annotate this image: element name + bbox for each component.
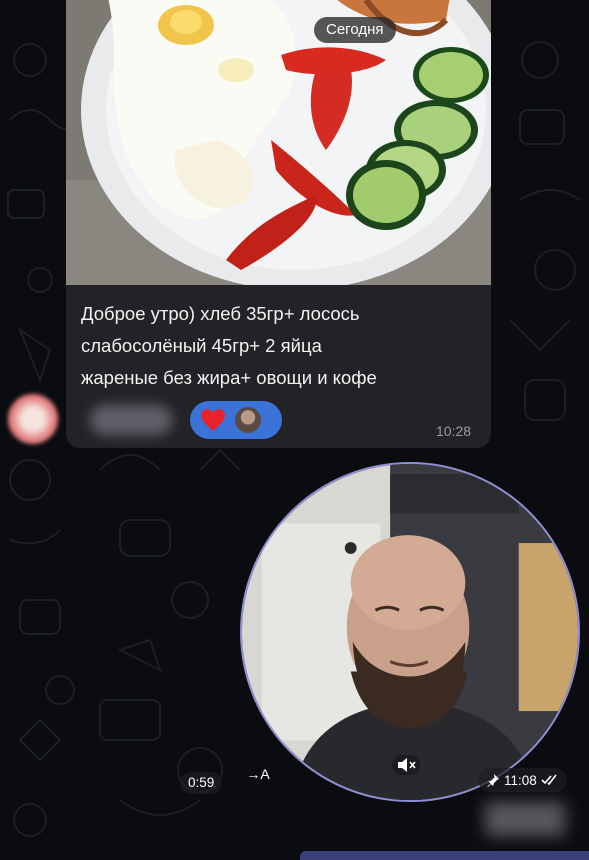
- caption-line: слабосолёный 45гр+ 2 яйца: [81, 335, 322, 356]
- transcribe-button[interactable]: →A: [240, 763, 276, 785]
- round-video-message[interactable]: [240, 462, 580, 802]
- date-separator: Сегодня: [314, 17, 396, 43]
- bottom-bar: [300, 851, 589, 860]
- heart-icon: [201, 409, 225, 431]
- double-check-icon: [541, 774, 557, 786]
- video-meta: 11:08: [478, 768, 567, 792]
- message-photo[interactable]: [66, 0, 491, 285]
- message-caption: Доброе утро) хлеб 35гр+ лосось слабосолё…: [81, 298, 481, 394]
- pin-icon: [487, 774, 499, 787]
- caption-line: жареные без жира+ овощи и кофе: [81, 367, 377, 388]
- blurred-area: [485, 802, 565, 836]
- muted-icon[interactable]: [392, 755, 420, 775]
- sender-avatar[interactable]: [8, 394, 58, 444]
- blurred-reaction: [90, 405, 172, 435]
- caption-line: Доброе утро) хлеб 35гр+ лосось: [81, 303, 360, 324]
- video-duration: 0:59: [180, 772, 223, 794]
- video-time: 11:08: [504, 772, 537, 788]
- message-time: 10:28: [436, 423, 472, 439]
- reactor-avatar: [233, 405, 263, 435]
